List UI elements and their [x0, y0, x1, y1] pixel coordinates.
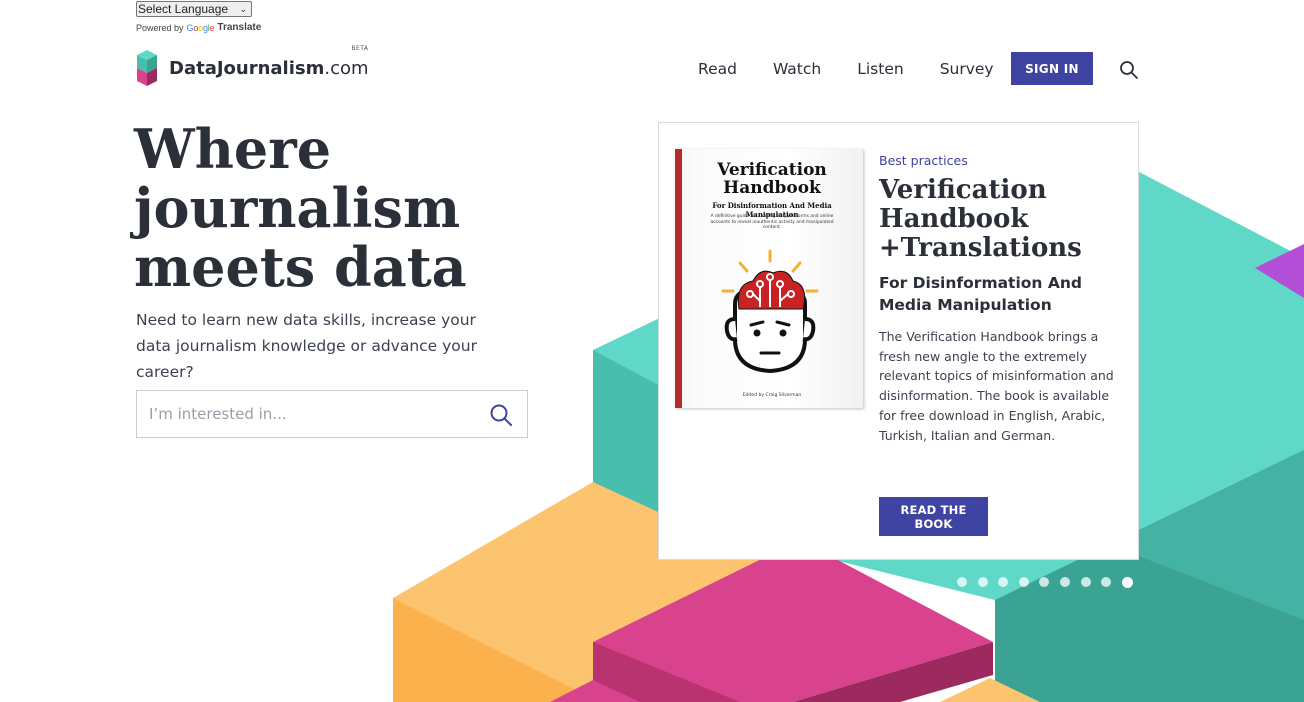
card-title[interactable]: Verification Handbook +Translations [879, 176, 1121, 263]
book-cover[interactable]: Verification Handbook For Disinformation… [675, 149, 863, 408]
card-category[interactable]: Best practices [879, 153, 1121, 168]
nav-watch[interactable]: Watch [773, 58, 821, 80]
nav-listen[interactable]: Listen [857, 58, 903, 80]
book-cover-title: Verification Handbook [717, 160, 827, 198]
carousel-dot[interactable] [1121, 576, 1133, 588]
carousel-dot[interactable] [957, 577, 967, 587]
carousel-dot[interactable] [1080, 577, 1091, 587]
carousel-dot[interactable] [998, 577, 1009, 587]
card-subtitle: For Disinformation And Media Manipulatio… [879, 274, 1082, 314]
hero-title: Where journalism meets data [134, 117, 467, 299]
search-icon[interactable] [489, 403, 513, 427]
language-select-label: Select Language [138, 2, 229, 16]
site-logo[interactable]: DataJournalism.com BETA [135, 45, 369, 88]
google-logo: Google [186, 22, 215, 33]
carousel-dot[interactable] [1101, 577, 1112, 587]
google-translate-widget: Select Language ⌄ Powered by Google Tran… [136, 1, 261, 33]
brain-head-illustration [721, 249, 819, 374]
featured-card: Verification Handbook For Disinformation… [658, 122, 1139, 560]
book-spine [675, 149, 682, 408]
hero-subtitle: Need to learn new data skills, increase … [136, 311, 477, 381]
book-cover-editor: Edited by Craig Silverman [742, 393, 802, 398]
interest-search [136, 390, 528, 438]
chevron-down-icon: ⌄ [239, 4, 247, 14]
search-icon[interactable] [1119, 60, 1139, 80]
carousel-dots [957, 576, 1133, 588]
card-description: The Verification Handbook brings a fresh… [879, 329, 1114, 443]
interest-search-input[interactable] [137, 391, 479, 437]
carousel-dot[interactable] [1018, 577, 1029, 587]
carousel-dot[interactable] [1039, 577, 1050, 587]
carousel-dot[interactable] [1059, 577, 1070, 587]
card-body: Best practices Verification Handbook +Tr… [879, 153, 1121, 445]
powered-by-label: Powered by [136, 22, 184, 33]
nav-read[interactable]: Read [698, 58, 737, 80]
beta-badge: BETA [351, 44, 369, 52]
logo-name: DataJournalism [169, 57, 325, 79]
language-select[interactable]: Select Language ⌄ [136, 1, 252, 17]
powered-by-google: Powered by Google Translate [136, 22, 261, 33]
logo-tld: .com [324, 57, 369, 79]
book-cover-blurb: A definitive guide for investigating pla… [710, 214, 834, 230]
nav-survey[interactable]: Survey [940, 58, 994, 80]
main-nav: Read Watch Listen Survey [698, 58, 1030, 80]
read-the-book-button[interactable]: READ THE BOOK [879, 497, 988, 536]
carousel-dot[interactable] [977, 577, 988, 587]
logo-icon [137, 50, 157, 86]
translate-link[interactable]: Translate [217, 22, 261, 33]
logo-wordmark: DataJournalism.com BETA [169, 45, 369, 79]
sign-in-button[interactable]: SIGN IN [1011, 52, 1093, 85]
